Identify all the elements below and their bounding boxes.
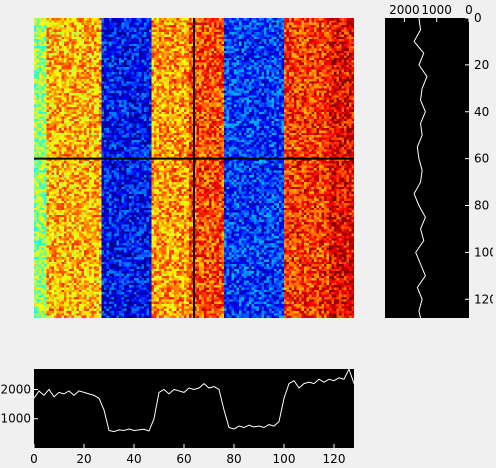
vertical-profile-x-tick-label: 1000 — [421, 3, 452, 17]
horizontal-profile-x-tick-label: 60 — [176, 452, 191, 466]
vertical-profile-plot-area — [385, 18, 469, 318]
horizontal-profile-plot-area — [34, 369, 354, 448]
vertical-profile-chart: 20001000 00 20 40 60 80 100 120 — [385, 3, 493, 319]
horizontal-profile-y-tick-label: 1000 — [0, 412, 31, 426]
horizontal-profile-x-tick-label: 120 — [323, 452, 346, 466]
vertical-profile-y-tick-label: 20 — [474, 58, 489, 72]
vertical-profile-x-tick-label: 0 — [465, 3, 473, 17]
horizontal-profile-chart: 1000 2000 0 20 40 60 80 100 120 — [0, 367, 355, 466]
horizontal-profile-x-tick-label: 20 — [76, 452, 91, 466]
horizontal-profile-x-tick-label: 40 — [126, 452, 141, 466]
horizontal-profile-y-tick-label: 2000 — [0, 382, 31, 396]
vertical-profile-x-tick-label: 2000 — [389, 3, 420, 17]
vertical-profile-y-tick-label: 40 — [474, 105, 489, 119]
vertical-profile-y-tick-label: 60 — [474, 152, 489, 166]
horizontal-profile-x-tick-label: 0 — [30, 452, 38, 466]
vertical-profile-y-tick-label: 80 — [474, 199, 489, 213]
vertical-profile-y-tick-label: 0 — [474, 11, 482, 25]
vertical-profile-y-tick-label: 100 — [474, 245, 493, 259]
vertical-profile-y-tick-label: 120 — [474, 292, 493, 306]
crosshair[interactable] — [34, 18, 354, 318]
horizontal-profile-x-tick-label: 80 — [226, 452, 241, 466]
horizontal-profile-x-tick-label: 100 — [273, 452, 296, 466]
profile-viewer: 200010000020406080100120 100020000204060… — [0, 0, 496, 468]
